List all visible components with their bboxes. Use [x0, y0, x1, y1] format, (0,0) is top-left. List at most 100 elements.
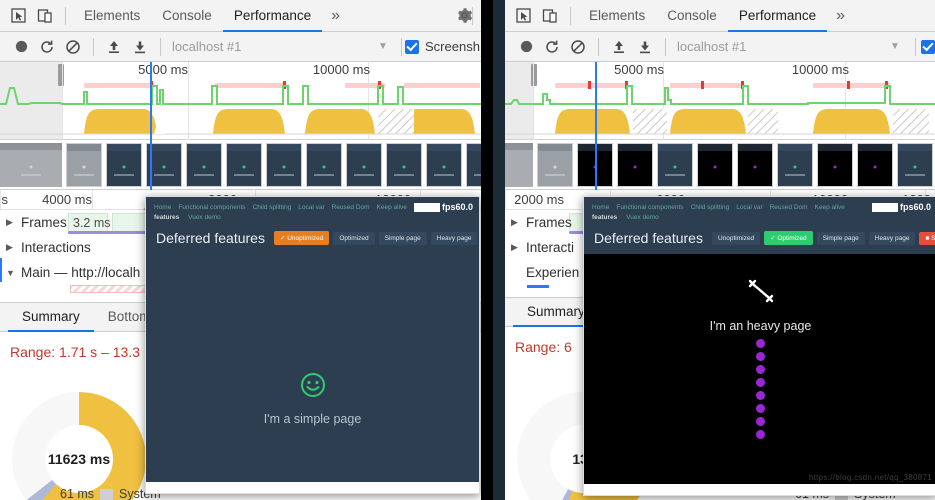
overview-timeline-right[interactable]: 5000 ms 10000 ms: [505, 62, 935, 199]
toolbar-divider: [570, 6, 571, 25]
donut-chart: 11623 ms: [12, 392, 146, 500]
chevron-down-icon[interactable]: ▼: [6, 268, 18, 278]
gear-icon[interactable]: [451, 3, 477, 29]
session-selector-left[interactable]: localhost #1: [172, 39, 241, 54]
filmstrip-frame[interactable]: [657, 142, 693, 187]
nav-link-local-var[interactable]: Local var: [298, 204, 324, 211]
filmstrip-frame[interactable]: [226, 142, 262, 187]
nav-link-keep-alive[interactable]: Keep alive: [377, 204, 407, 211]
filmstrip-frame[interactable]: [0, 142, 62, 187]
toolbar-divider: [65, 6, 66, 25]
filmstrip-frame[interactable]: [537, 142, 573, 187]
preview-body-right: I'm an heavy page https://blog.csdn.net/…: [584, 254, 935, 484]
preview-nav-links-row2-right[interactable]: features Vuex demo: [592, 213, 929, 222]
filmstrip-frame[interactable]: [777, 142, 813, 187]
filmstrip-frame[interactable]: [386, 142, 422, 187]
nav-link-vuex-demo[interactable]: Vuex demo: [188, 214, 221, 221]
record-button[interactable]: [8, 34, 34, 60]
tab-elements[interactable]: Elements: [578, 0, 656, 32]
fps-label: fps: [899, 202, 914, 212]
tab-elements[interactable]: Elements: [73, 0, 151, 32]
btn-simple-page-right[interactable]: Simple page: [816, 231, 865, 245]
tab-console[interactable]: Console: [656, 0, 728, 32]
preview-navbar-left: Home Functional components Child splitting…: [146, 197, 479, 226]
chevron-down-icon[interactable]: ▼: [378, 41, 388, 52]
session-selector-right[interactable]: localhost #1: [677, 39, 746, 54]
nav-link-functional[interactable]: Functional components: [616, 204, 683, 211]
tab-console[interactable]: Console: [151, 0, 223, 32]
btn-stop-right[interactable]: ■ Stop: [919, 231, 935, 245]
filmstrip-frame[interactable]: [857, 142, 893, 187]
nav-link-features[interactable]: features: [154, 214, 179, 221]
filmstrip-frame[interactable]: [186, 142, 222, 187]
overview-playhead[interactable]: [150, 62, 152, 140]
overview-timeline-left[interactable]: 5000 ms 10000 ms: [0, 62, 481, 199]
nav-link-home[interactable]: Home: [154, 204, 171, 211]
filmstrip-frame[interactable]: [466, 142, 481, 187]
overview-graph: [505, 85, 935, 135]
filmstrip-frame[interactable]: [897, 142, 933, 187]
filmstrip-frame[interactable]: [697, 142, 733, 187]
nav-link-keep-alive[interactable]: Keep alive: [815, 204, 845, 211]
chevron-right-icon[interactable]: ▶: [6, 217, 18, 228]
screenshots-checkbox-right[interactable]: [921, 39, 935, 54]
load-profile-button[interactable]: [606, 34, 632, 60]
chevron-right-icon[interactable]: ▶: [6, 242, 18, 253]
record-button[interactable]: [513, 34, 539, 60]
tab-performance[interactable]: Performance: [223, 0, 322, 32]
chevron-right-icon[interactable]: ▶: [511, 242, 523, 253]
filmstrip-frame[interactable]: [505, 142, 533, 187]
nav-link-reused-dom[interactable]: Reused Dom: [332, 204, 370, 211]
nav-link-local-var[interactable]: Local var: [736, 204, 762, 211]
btn-unoptimized-left[interactable]: ✓ Unoptimized: [273, 231, 330, 245]
filmstrip-playhead[interactable]: [150, 140, 152, 190]
btn-optimized-left[interactable]: Optimized: [333, 231, 375, 245]
filmstrip-frame[interactable]: [817, 142, 853, 187]
clear-button[interactable]: [60, 34, 86, 60]
save-profile-button[interactable]: [632, 34, 658, 60]
btn-simple-page-left[interactable]: Simple page: [378, 231, 427, 245]
legend-swatch: [100, 488, 114, 500]
nav-link-reused-dom[interactable]: Reused Dom: [770, 204, 808, 211]
screenshots-checkbox-left[interactable]: [405, 39, 419, 54]
tracks-tick-label: 4000 ms: [42, 192, 92, 207]
page-preview-right[interactable]: Home Functional components Child splitting…: [583, 196, 935, 496]
inspect-cursor-icon[interactable]: [6, 3, 32, 29]
more-tabs-button[interactable]: »: [827, 0, 854, 32]
filmstrip-playhead[interactable]: [595, 140, 597, 190]
tab-performance[interactable]: Performance: [728, 0, 827, 32]
more-tabs-button[interactable]: »: [322, 0, 349, 32]
btn-heavy-page-left[interactable]: Heavy page: [430, 231, 478, 245]
btn-optimized-right[interactable]: ✓ Optimized: [764, 231, 813, 245]
filmstrip-frame[interactable]: [106, 142, 142, 187]
filmstrip-frame[interactable]: [346, 142, 382, 187]
nav-link-home[interactable]: Home: [592, 204, 609, 211]
nav-link-vuex-demo[interactable]: Vuex demo: [626, 214, 659, 221]
save-profile-button[interactable]: [127, 34, 153, 60]
nav-link-child-splitting[interactable]: Child splitting: [253, 204, 292, 211]
tab-summary-left[interactable]: Summary: [8, 302, 94, 332]
filmstrip-frame[interactable]: [737, 142, 773, 187]
overview-playhead[interactable]: [595, 62, 597, 140]
btn-unoptimized-right[interactable]: Unoptimized: [711, 231, 761, 245]
clear-button[interactable]: [565, 34, 591, 60]
nav-link-child-splitting[interactable]: Child splitting: [691, 204, 730, 211]
filmstrip-frame[interactable]: [617, 142, 653, 187]
filmstrip-frame[interactable]: [426, 142, 462, 187]
reload-and-record-button[interactable]: [34, 34, 60, 60]
filmstrip-frame[interactable]: [66, 142, 102, 187]
device-toolbar-icon[interactable]: [32, 3, 58, 29]
nav-link-features[interactable]: features: [592, 214, 617, 221]
chevron-right-icon[interactable]: ▶: [511, 217, 523, 228]
inspect-cursor-icon[interactable]: [511, 3, 537, 29]
filmstrip-frame[interactable]: [306, 142, 342, 187]
reload-and-record-button[interactable]: [539, 34, 565, 60]
load-profile-button[interactable]: [101, 34, 127, 60]
page-preview-left[interactable]: Home Functional components Child splitting…: [145, 196, 480, 494]
device-toolbar-icon[interactable]: [537, 3, 563, 29]
nav-link-functional[interactable]: Functional components: [178, 204, 245, 211]
preview-nav-links-row2-left[interactable]: features Vuex demo: [154, 213, 471, 222]
btn-heavy-page-right[interactable]: Heavy page: [868, 231, 916, 245]
filmstrip-frame[interactable]: [266, 142, 302, 187]
chevron-down-icon[interactable]: ▼: [890, 41, 900, 52]
